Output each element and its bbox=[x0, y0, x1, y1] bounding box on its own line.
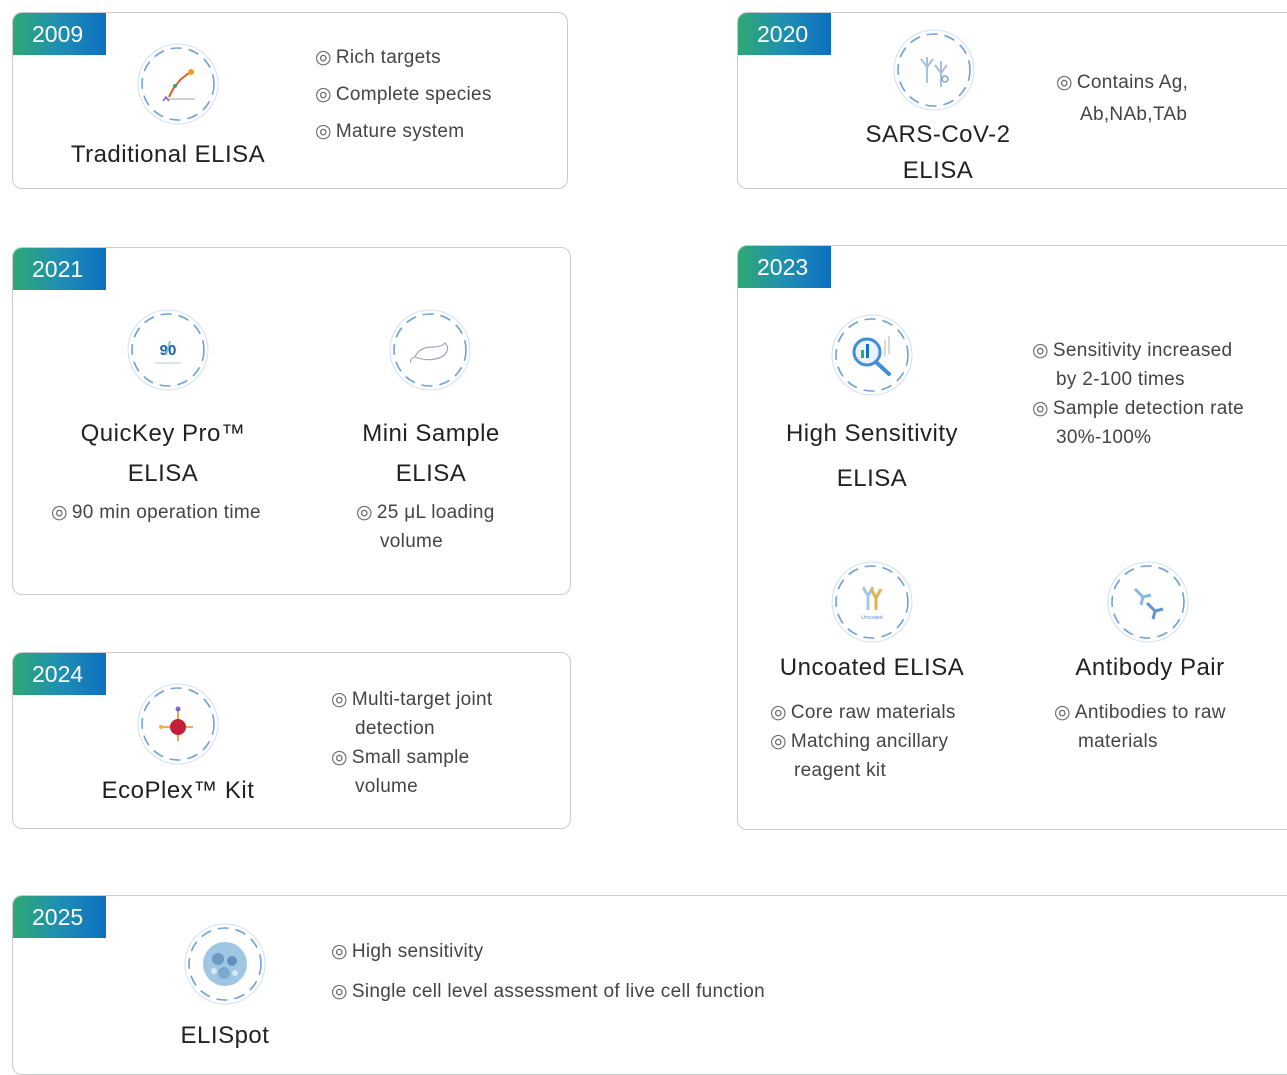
product-title-high-sensitivity: High Sensitivity ELISA bbox=[785, 420, 959, 492]
feature-item: ◎ Core raw materials bbox=[770, 702, 956, 723]
multiplex-bead-icon bbox=[135, 681, 221, 767]
feature-list: ◎ Sensitivity increased by 2-100 times ◎ S… bbox=[1032, 336, 1244, 452]
year-badge: 2020 bbox=[738, 13, 831, 55]
magnifier-chart-icon bbox=[829, 312, 915, 398]
feature-item: ◎ Sensitivity increased bbox=[1032, 340, 1233, 361]
feature-item: ◎ Mature system bbox=[315, 121, 465, 142]
feature-list: ◎ Rich targets ◎ Complete species ◎ Mature … bbox=[315, 43, 492, 146]
feature-item: ◎ Matching ancillary bbox=[770, 731, 949, 752]
card-2021: 2021 90 QuicKey Pro™ ELISA Mini Sample E… bbox=[12, 247, 571, 595]
feature-item: ◎ Rich targets bbox=[315, 47, 441, 68]
mouse-icon bbox=[387, 307, 473, 393]
year-badge: 2025 bbox=[13, 896, 106, 938]
feature-list: ◎ High sensitivity ◎ Single cell level ass… bbox=[331, 932, 765, 1012]
feature-list: ◎ Antibodies to raw materials bbox=[1054, 698, 1226, 756]
timer-icon: 90 bbox=[125, 307, 211, 393]
card-2020: 2020 SARS-CoV-2 ELISA ◎ Contains Ag, Ab,N… bbox=[737, 12, 1287, 189]
product-title-mini-sample: Mini Sample ELISA bbox=[362, 420, 500, 487]
feature-item: ◎ High sensitivity bbox=[331, 941, 484, 962]
card-2025: 2025 ELISpot ◎ High sensitivity ◎ Single c… bbox=[12, 895, 1287, 1075]
product-title: ELISpot bbox=[180, 1022, 270, 1049]
elispot-well-icon bbox=[182, 921, 268, 1007]
product-title: SARS-CoV-2 ELISA bbox=[865, 121, 1011, 184]
year-badge: 2024 bbox=[13, 653, 106, 695]
feature-item: ◎ 90 min operation time bbox=[51, 502, 261, 523]
card-2009: 2009 Traditional ELISA ◎ Rich targets ◎ Co… bbox=[12, 12, 568, 189]
product-title-antibody-pair: Antibody Pair bbox=[1075, 654, 1225, 681]
feature-list: ◎ Multi-target joint detection ◎ Small sam… bbox=[331, 685, 492, 801]
feature-list: ◎ Contains Ag, Ab,NAb,TAb bbox=[1056, 67, 1188, 131]
product-title: EcoPlex™ Kit bbox=[101, 777, 255, 804]
product-title-quickey: QuicKey Pro™ ELISA bbox=[80, 420, 246, 487]
feature-item: ◎ Complete species bbox=[315, 84, 492, 105]
feature-item: ◎ Antibodies to raw bbox=[1054, 702, 1226, 723]
card-2023: 2023 High Sensitivity ELISA ◎ Sensitivity… bbox=[737, 245, 1287, 830]
elisa-plate-icon bbox=[135, 41, 221, 127]
product-title-uncoated: Uncoated ELISA bbox=[779, 654, 965, 681]
svg-text:Uncoated: Uncoated bbox=[861, 615, 883, 621]
antibody-pair-icon bbox=[1105, 559, 1191, 645]
feature-list: ◎ Core raw materials ◎ Matching ancillary … bbox=[770, 698, 956, 785]
year-badge: 2009 bbox=[13, 13, 106, 55]
feature-item: ◎ Sample detection rate bbox=[1032, 398, 1245, 419]
card-2024: 2024 EcoPlex™ Kit ◎ Multi-target joint de… bbox=[12, 652, 571, 829]
antibody-icon bbox=[891, 27, 977, 113]
feature-item: ◎ Multi-target joint bbox=[331, 689, 493, 710]
year-badge: 2023 bbox=[738, 246, 831, 288]
uncoated-antibody-icon: Uncoated bbox=[829, 559, 915, 645]
feature-item: ◎ Contains Ag, bbox=[1056, 72, 1189, 93]
feature-item: ◎ Single cell level assessment of live ce… bbox=[331, 981, 766, 1002]
feature-item: ◎ Small sample bbox=[331, 747, 470, 768]
year-badge: 2021 bbox=[13, 248, 106, 290]
feature-item: ◎ 25 μL loading volume bbox=[356, 502, 495, 552]
product-title: Traditional ELISA bbox=[70, 141, 266, 168]
